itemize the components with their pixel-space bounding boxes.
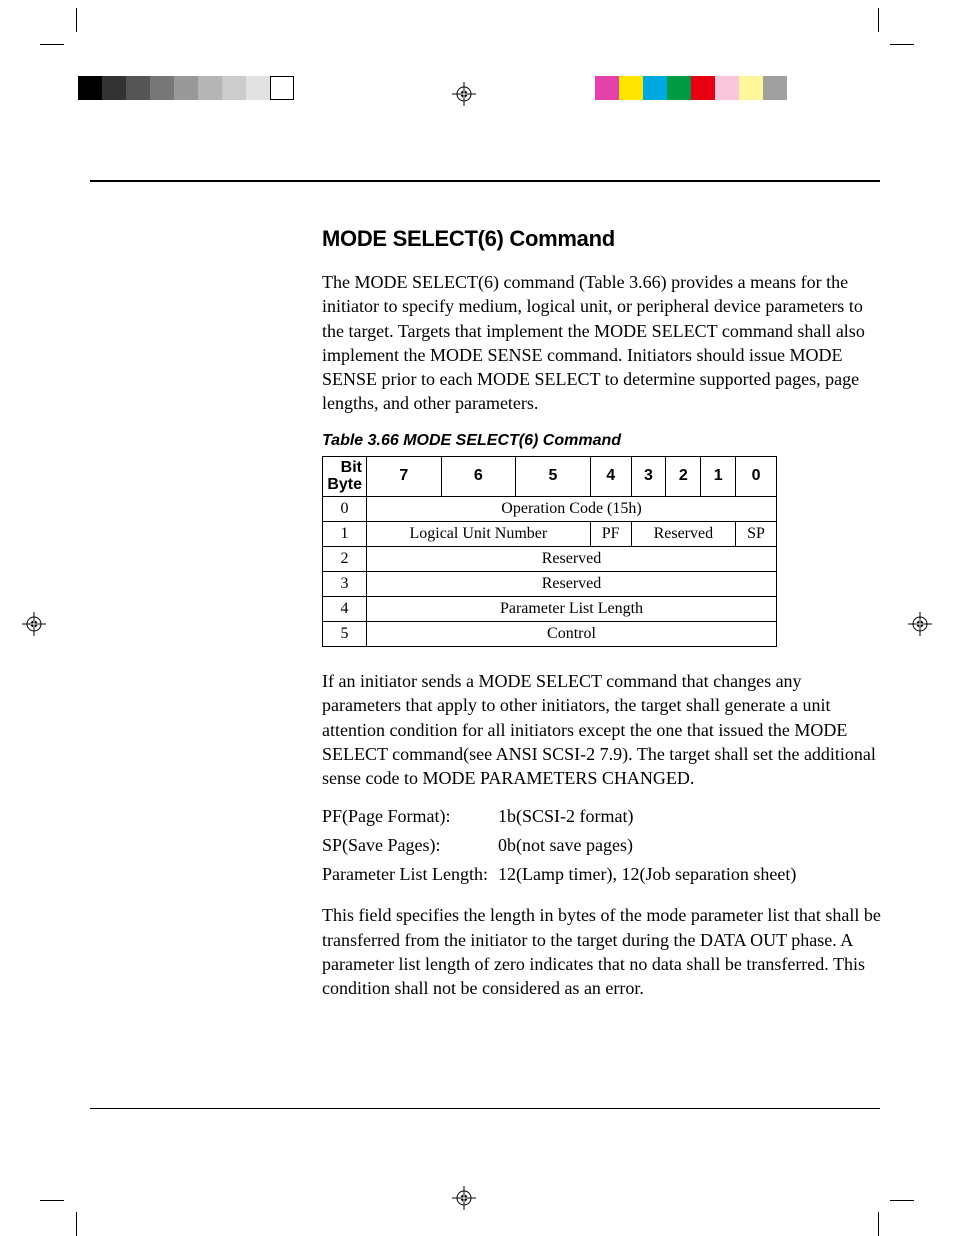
- definition-label: Parameter List Length:: [322, 864, 498, 885]
- bit-header: 4: [590, 456, 631, 496]
- table-row: 3Reserved: [323, 571, 777, 596]
- bit-header: 0: [736, 456, 777, 496]
- body-paragraph: If an initiator sends a MODE SELECT comm…: [322, 669, 882, 790]
- table-cell: Reserved: [367, 546, 777, 571]
- definition-label: PF(Page Format):: [322, 806, 498, 827]
- definition-value: 1b(SCSI-2 format): [498, 806, 882, 827]
- byte-number: 1: [323, 521, 367, 546]
- table-row: 1Logical Unit NumberPFReservedSP: [323, 521, 777, 546]
- definition-label: SP(Save Pages):: [322, 835, 498, 856]
- bit-header: 3: [631, 456, 666, 496]
- table-cell: Reserved: [631, 521, 735, 546]
- section-heading: MODE SELECT(6) Command: [322, 226, 882, 252]
- table-corner-cell: BitByte: [323, 456, 367, 496]
- table-cell: SP: [736, 521, 777, 546]
- registration-mark-icon: [908, 612, 932, 636]
- bit-header: 2: [666, 456, 701, 496]
- byte-number: 3: [323, 571, 367, 596]
- registration-mark-icon: [452, 82, 476, 106]
- body-paragraph: This field specifies the length in bytes…: [322, 903, 882, 1000]
- table-header-row: BitByte 76543210: [323, 456, 777, 496]
- table-cell: Control: [367, 621, 777, 646]
- page-content: MODE SELECT(6) Command The MODE SELECT(6…: [322, 180, 882, 1017]
- intro-paragraph: The MODE SELECT(6) command (Table 3.66) …: [322, 270, 882, 416]
- color-swatches: [595, 76, 787, 100]
- bit-header: 7: [367, 456, 442, 496]
- table-row: 5Control: [323, 621, 777, 646]
- table-cell: Parameter List Length: [367, 596, 777, 621]
- bit-header: 5: [516, 456, 591, 496]
- registration-mark-icon: [22, 612, 46, 636]
- bit-header: 1: [701, 456, 736, 496]
- table-cell: Operation Code (15h): [367, 496, 777, 521]
- definition-value: 0b(not save pages): [498, 835, 882, 856]
- registration-mark-icon: [452, 1186, 476, 1210]
- command-table: BitByte 76543210 0Operation Code (15h)1L…: [322, 456, 777, 647]
- footer-rule: [90, 1108, 880, 1109]
- table-cell: Reserved: [367, 571, 777, 596]
- table-cell: PF: [590, 521, 631, 546]
- table-row: 4Parameter List Length: [323, 596, 777, 621]
- table-row: 2Reserved: [323, 546, 777, 571]
- table-row: 0Operation Code (15h): [323, 496, 777, 521]
- grayscale-swatches: [78, 76, 294, 100]
- byte-number: 5: [323, 621, 367, 646]
- byte-number: 2: [323, 546, 367, 571]
- definition-value: 12(Lamp timer), 12(Job separation sheet): [498, 864, 882, 885]
- byte-number: 0: [323, 496, 367, 521]
- byte-number: 4: [323, 596, 367, 621]
- bit-header: 6: [441, 456, 516, 496]
- print-color-bars: [0, 70, 954, 110]
- definitions: PF(Page Format):1b(SCSI-2 format)SP(Save…: [322, 806, 882, 885]
- table-caption: Table 3.66 MODE SELECT(6) Command: [322, 432, 882, 450]
- table-cell: Logical Unit Number: [367, 521, 591, 546]
